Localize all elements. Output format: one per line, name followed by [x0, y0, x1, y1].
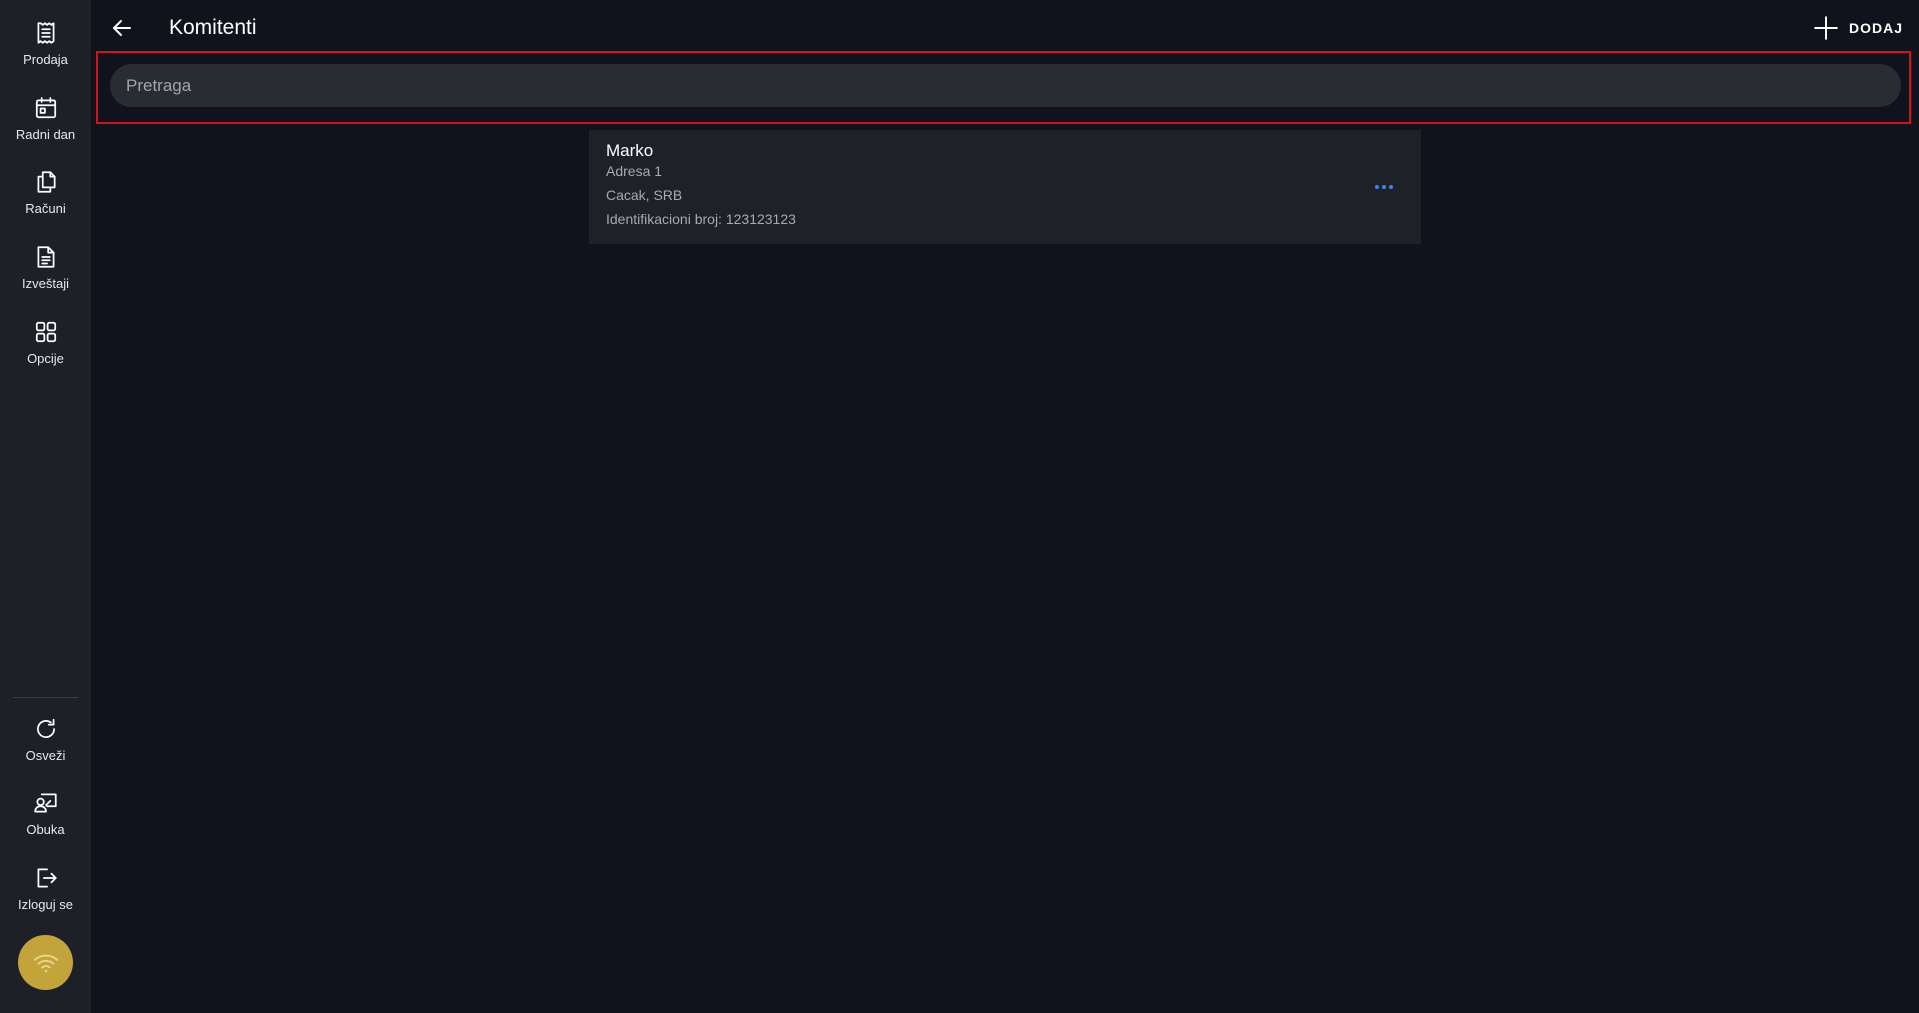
more-horizontal-icon [1375, 185, 1393, 189]
documents-icon [33, 169, 59, 195]
client-city: Cacak, SRB [606, 187, 683, 203]
wifi-icon [33, 954, 58, 972]
client-more-button[interactable] [1369, 172, 1399, 202]
add-button-label: DODAJ [1848, 20, 1903, 36]
sidebar-item-label: Radni dan [15, 127, 76, 142]
sidebar-item-radni-dan[interactable]: Radni dan [0, 95, 91, 157]
sidebar-item-label: Osveži [25, 748, 66, 763]
sidebar-item-label: Izloguj se [18, 897, 73, 912]
sidebar-divider [13, 697, 78, 698]
sidebar-item-opcije[interactable]: Opcije [0, 319, 91, 381]
add-button[interactable]: DODAJ [1813, 14, 1903, 42]
search-highlight-frame [96, 51, 1911, 124]
logout-icon [33, 865, 59, 891]
sidebar-item-label: Obuka [26, 822, 65, 837]
back-button[interactable] [108, 14, 136, 42]
page-title: Komitenti [169, 16, 257, 39]
sidebar-item-izloguj-se[interactable]: Izloguj se [0, 865, 91, 927]
sidebar-item-racuni[interactable]: Računi [0, 169, 91, 231]
list-item[interactable]: Marko Adresa 1 Cacak, SRB Identifikacion… [589, 130, 1421, 244]
refresh-icon [33, 716, 59, 742]
sidebar-item-label: Opcije [27, 351, 64, 366]
client-name: Marko [606, 141, 654, 160]
search-input[interactable] [110, 64, 1901, 107]
sidebar: Prodaja Radni dan Računi Izveštaji Opcij… [0, 0, 91, 1013]
client-id-number: Identifikacioni broj: 123123123 [606, 211, 796, 227]
calendar-icon [33, 95, 59, 121]
app-root: Prodaja Radni dan Računi Izveštaji Opcij… [0, 0, 1919, 1013]
client-address: Adresa 1 [606, 163, 663, 179]
sidebar-item-osvezi[interactable]: Osveži [0, 716, 91, 778]
plus-icon [1814, 16, 1838, 40]
sidebar-item-prodaja[interactable]: Prodaja [0, 20, 91, 82]
grid-icon [33, 319, 59, 345]
training-icon [33, 790, 59, 816]
sidebar-item-izvestaji[interactable]: Izveštaji [0, 244, 91, 306]
sidebar-item-label: Izveštaji [22, 276, 69, 291]
sidebar-item-label: Prodaja [23, 52, 68, 67]
sidebar-item-label: Računi [25, 201, 66, 216]
connection-status-button[interactable] [18, 935, 73, 990]
sidebar-item-obuka[interactable]: Obuka [0, 790, 91, 852]
receipt-icon [33, 20, 59, 46]
report-icon [33, 244, 59, 270]
arrow-left-icon [113, 20, 131, 36]
